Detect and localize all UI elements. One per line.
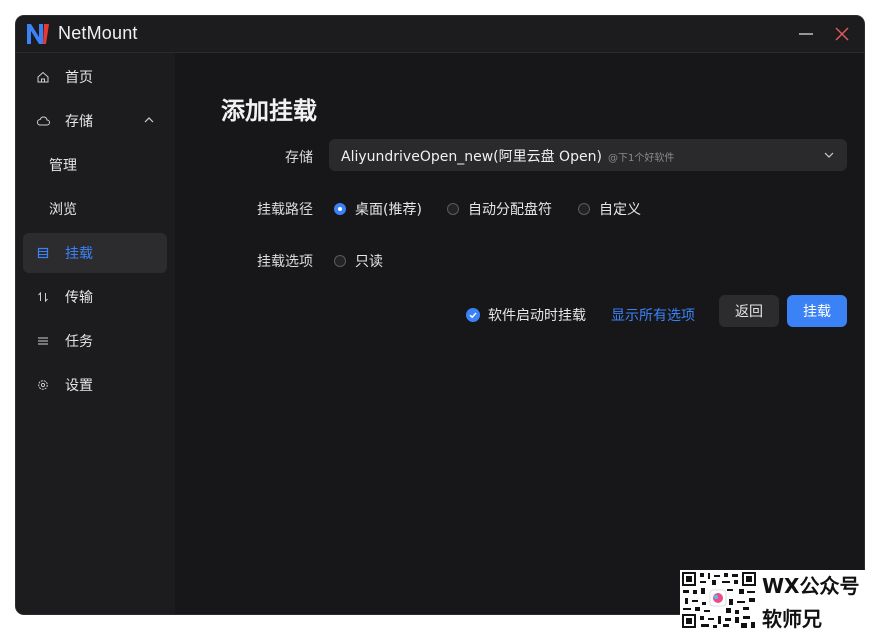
sidebar-item-label: 任务 (65, 334, 93, 350)
radio-desktop[interactable]: 桌面(推荐) (334, 199, 422, 219)
sidebar-item-label: 存储 (65, 114, 93, 130)
title-bar[interactable]: NetMount (16, 16, 864, 53)
watermark-line1: WX公众号 (762, 574, 860, 598)
mount-options-label: 挂载选项 (257, 254, 313, 270)
page-title: 添加挂载 (221, 97, 317, 125)
sidebar-item-label: 挂载 (65, 246, 93, 262)
radio-label: 自定义 (599, 202, 641, 218)
mount-icon (35, 245, 51, 261)
app-title: NetMount (58, 23, 138, 43)
show-all-options-link[interactable]: 显示所有选项 (611, 305, 695, 325)
sidebar-item-label: 设置 (65, 378, 93, 394)
cloud-icon (35, 113, 51, 129)
sidebar-item-transfer[interactable]: 传输 (23, 277, 167, 317)
radio-label: 自动分配盘符 (468, 202, 552, 218)
chevron-up-icon[interactable] (143, 114, 155, 126)
check-icon (466, 308, 480, 322)
autostart-label: 软件启动时挂载 (488, 308, 586, 324)
back-button[interactable]: 返回 (719, 295, 779, 327)
radio-auto-drive-letter[interactable]: 自动分配盘符 (447, 199, 552, 219)
sidebar-item-mount[interactable]: 挂载 (23, 233, 167, 273)
mount-path-label: 挂载路径 (257, 202, 313, 218)
watermark-line2: 软师兄 (762, 607, 822, 631)
radio-custom[interactable]: 自定义 (578, 199, 641, 219)
minimize-icon[interactable] (792, 20, 820, 48)
radio-readonly[interactable]: 只读 (334, 251, 383, 271)
sidebar-item-tasks[interactable]: 任务 (23, 321, 167, 361)
netmount-logo-icon (27, 24, 49, 44)
app-window: NetMount 首页 存储 管理 浏览 挂载 传输 任务 设置 添加挂载 存储… (16, 16, 864, 614)
sidebar-item-label: 首页 (65, 70, 93, 86)
transfer-icon (35, 289, 51, 305)
storage-select-value: AliyundriveOpen_new(阿里云盘 Open) (341, 149, 602, 165)
storage-select[interactable]: AliyundriveOpen_new(阿里云盘 Open) @下1个好软件 (329, 139, 847, 171)
radio-dot (578, 203, 590, 215)
gear-icon (35, 377, 51, 393)
watermark: WX公众号 软师兄 (680, 570, 880, 631)
mount-button[interactable]: 挂载 (787, 295, 847, 327)
sidebar-item-home[interactable]: 首页 (23, 57, 167, 97)
radio-dot (334, 203, 346, 215)
sidebar-item-label: 传输 (65, 290, 93, 306)
radio-label: 桌面(推荐) (355, 202, 422, 218)
sidebar: 首页 存储 管理 浏览 挂载 传输 任务 设置 (16, 53, 175, 614)
sidebar-item-storage[interactable]: 存储 (23, 101, 167, 141)
chevron-down-icon (824, 152, 834, 158)
radio-label: 只读 (355, 254, 383, 270)
sidebar-item-browse[interactable]: 浏览 (23, 189, 193, 229)
list-icon (35, 333, 51, 349)
main-content: 添加挂载 存储 AliyundriveOpen_new(阿里云盘 Open) @… (175, 53, 864, 614)
close-icon[interactable] (828, 20, 856, 48)
sidebar-item-settings[interactable]: 设置 (23, 365, 167, 405)
radio-dot (447, 203, 459, 215)
storage-label: 存储 (285, 150, 313, 166)
sidebar-item-label: 浏览 (49, 202, 77, 218)
home-icon (35, 69, 51, 85)
sidebar-item-label: 管理 (49, 158, 77, 174)
qr-code-image (681, 571, 757, 629)
radio-dot (334, 255, 346, 267)
storage-select-hint: @下1个好软件 (608, 153, 675, 164)
autostart-checkbox[interactable]: 软件启动时挂载 (466, 305, 586, 325)
sidebar-item-manage[interactable]: 管理 (23, 145, 193, 185)
